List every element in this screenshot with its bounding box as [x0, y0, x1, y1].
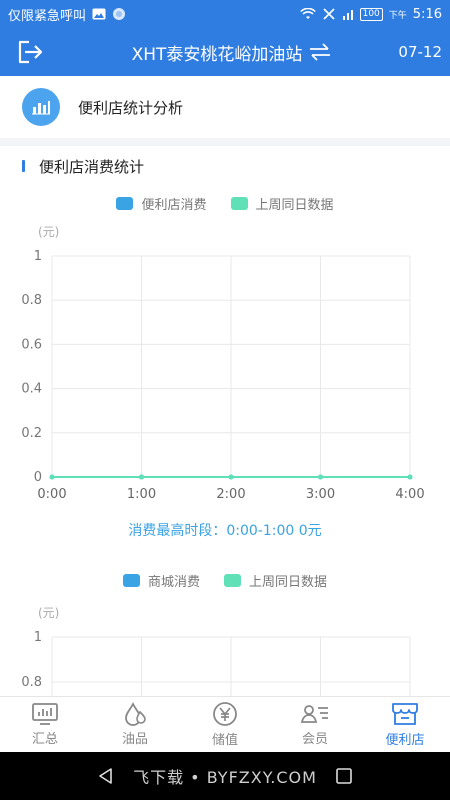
nav-label: 便利店 [385, 733, 425, 748]
app-header: XHT泰安桃花峪加油站 07-12 [0, 28, 450, 76]
x-tick-label: 0:00 [37, 487, 66, 502]
switch-arrows-icon [310, 43, 331, 61]
chart2-unit: (元) [38, 606, 60, 620]
x-tick-label: 2:00 [216, 487, 245, 502]
date-label[interactable]: 07-12 [390, 43, 450, 61]
nav-label: 会员 [301, 732, 328, 747]
signal-icon [342, 10, 353, 20]
x-tick-label: 4:00 [395, 487, 424, 502]
legend-label: 便利店消费 [141, 197, 207, 213]
x-tick-label: 3:00 [306, 487, 335, 502]
chart1-legend: 便利店消费 上周同日数据 [0, 193, 450, 213]
bar-chart-icon [22, 88, 60, 126]
y-tick-label: 0.2 [21, 426, 42, 441]
battery-indicator: 100 [359, 7, 383, 21]
status-bar: 仅限紧急呼叫 100 下午 5:16 [0, 0, 450, 28]
y-tick-label: 0.8 [21, 675, 42, 690]
legend-label: 商城消费 [147, 574, 200, 590]
legend-swatch [230, 196, 248, 210]
y-tick-label: 0.4 [21, 382, 42, 397]
recent-apps-square-icon[interactable] [335, 767, 353, 785]
subsection-marker [22, 160, 25, 172]
member-card-icon [300, 705, 328, 723]
legend-swatch [224, 573, 241, 587]
bottom-nav: 汇总 油品 储值 会员 便利店 [0, 696, 450, 752]
chart1-plot: 0 0.2 0.4 0.6 0.8 1 0:00 1:00 2:00 3:00 4:00 [21, 249, 424, 502]
nav-label: 汇总 [31, 732, 58, 747]
subsection-title: 便利店消费统计 [39, 157, 145, 176]
data-point [318, 474, 323, 480]
data-point [139, 474, 144, 480]
carrier-text: 仅限紧急呼叫 [8, 8, 87, 24]
nav-item-stored-value[interactable]: 储值 [180, 697, 270, 752]
legend-item-last-week[interactable]: 上周同日数据 [230, 194, 334, 213]
subsection-header: 便利店消费统计 [0, 152, 450, 180]
legend-item-mall-consumption[interactable]: 商城消费 [122, 571, 200, 590]
y-tick-label: 0.8 [21, 293, 42, 308]
data-point [407, 474, 413, 480]
nav-item-summary[interactable]: 汇总 [0, 697, 90, 752]
legend-swatch [116, 196, 134, 210]
y-tick-label: 0 [34, 470, 42, 485]
store-icon [392, 703, 418, 725]
logout-button[interactable] [0, 39, 60, 65]
nav-label: 油品 [121, 732, 148, 747]
legend-label: 上周同日数据 [249, 574, 328, 590]
afternoon-label: 下午 [388, 10, 407, 21]
oil-drop-icon [125, 702, 146, 726]
y-tick-label: 0.6 [21, 337, 42, 352]
data-point [228, 474, 234, 480]
nav-item-member[interactable]: 会员 [270, 697, 360, 752]
back-triangle-icon[interactable] [97, 767, 115, 785]
monitor-icon [32, 703, 58, 725]
logout-icon [18, 40, 43, 64]
system-nav-bar: 飞下载 • BYFZXY.COM [0, 752, 450, 800]
page-title: XHT泰安桃花峪加油站 [131, 44, 303, 65]
nav-label: 储值 [211, 733, 238, 748]
x-tick-label: 1:00 [127, 487, 156, 502]
y-tick-label: 1 [34, 249, 42, 264]
legend-item-store-consumption[interactable]: 便利店消费 [116, 194, 207, 213]
watermark-text: 飞下载 • BYFZXY.COM [133, 768, 317, 787]
station-switcher[interactable]: XHT泰安桃花峪加油站 [60, 40, 390, 65]
sync-icon [113, 8, 126, 20]
legend-item-last-week-2[interactable]: 上周同日数据 [224, 571, 327, 590]
y-tick-label: 1 [34, 630, 42, 645]
nav-item-oil[interactable]: 油品 [90, 697, 180, 752]
chart2-legend: 商城消费 上周同日数据 [0, 570, 450, 590]
legend-label: 上周同日数据 [255, 197, 334, 213]
image-icon [92, 8, 106, 20]
section-header: 便利店统计分析 [0, 76, 450, 146]
data-point [49, 474, 55, 480]
wifi-icon [299, 8, 316, 19]
peak-period-text: 消费最高时段：0:00-1:00 0元 [128, 523, 322, 539]
clock-time: 5:16 [412, 6, 442, 22]
no-signal-icon [323, 8, 335, 20]
yuan-icon [213, 702, 237, 726]
nav-item-store[interactable]: 便利店 [360, 697, 450, 752]
chart2-plot: 10.8 [21, 630, 411, 696]
section-title: 便利店统计分析 [78, 98, 184, 117]
chart1-unit: (元) [38, 225, 60, 239]
legend-swatch [122, 573, 140, 587]
